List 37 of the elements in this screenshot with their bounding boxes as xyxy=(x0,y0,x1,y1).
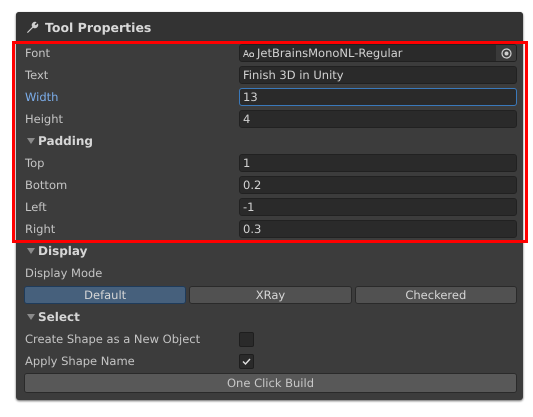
foldout-arrow-icon[interactable] xyxy=(27,247,35,255)
input-field[interactable]: 4 xyxy=(239,110,517,128)
property-label: Display Mode xyxy=(24,266,104,280)
property-label: Left xyxy=(24,200,48,214)
mode-toggle-button[interactable]: Default xyxy=(24,286,186,304)
foldout-arrow-icon[interactable] xyxy=(27,313,35,321)
property-label: Right xyxy=(24,222,56,236)
mode-toggle-button[interactable]: Checkered xyxy=(354,286,517,304)
input-field[interactable]: 1 xyxy=(239,154,517,172)
property-label: Apply Shape Name xyxy=(24,354,136,368)
property-label: Font xyxy=(24,46,52,60)
input-field[interactable]: JetBrainsMonoNL-Regular xyxy=(239,44,517,62)
object-picker-button[interactable] xyxy=(496,45,516,61)
input-field[interactable]: -1 xyxy=(239,198,517,216)
font-icon xyxy=(243,50,254,56)
foldout-header[interactable]: Padding xyxy=(38,134,93,148)
property-label: Width xyxy=(24,90,60,104)
input-field[interactable]: 0.3 xyxy=(239,220,517,238)
checkbox[interactable] xyxy=(239,354,254,368)
property-label: Top xyxy=(24,156,46,170)
property-label: Height xyxy=(24,112,64,126)
input-field[interactable]: 13 xyxy=(239,88,517,106)
checkmark-icon xyxy=(242,358,251,364)
target-icon xyxy=(500,48,512,58)
property-label: Create Shape as a New Object xyxy=(24,332,202,346)
input-field[interactable]: Finish 3D in Unity xyxy=(239,66,517,84)
checkbox[interactable] xyxy=(239,332,254,346)
property-label: Bottom xyxy=(24,178,68,192)
panel-title: Tool Properties xyxy=(45,20,152,34)
foldout-header[interactable]: Display xyxy=(38,244,88,258)
foldout-arrow-icon[interactable] xyxy=(27,137,35,145)
foldout-header[interactable]: Select xyxy=(38,310,80,324)
input-field[interactable]: 0.2 xyxy=(239,176,517,194)
wrench-icon xyxy=(26,20,39,34)
build-button[interactable]: One Click Build xyxy=(24,373,517,393)
mode-toggle-button[interactable]: XRay xyxy=(189,286,352,304)
property-label: Text xyxy=(24,68,50,82)
